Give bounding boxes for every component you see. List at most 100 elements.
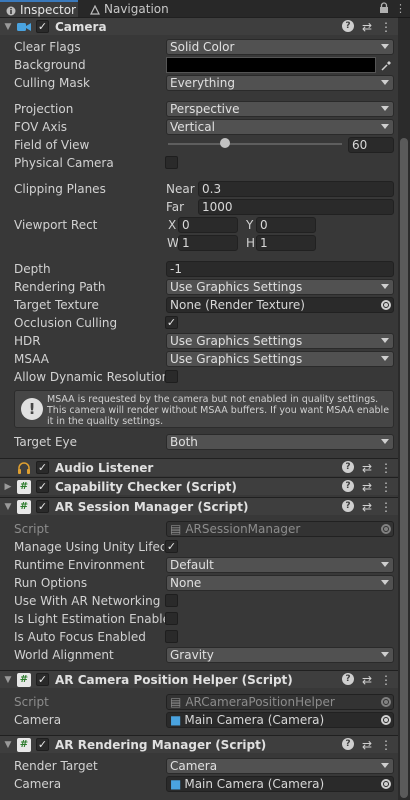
capability-checker-header[interactable]: ▶ # ✓ Capability Checker (Script) ? ⇄ ⋮ (0, 477, 398, 495)
foldout-arrow-icon[interactable]: ▶ (2, 482, 14, 492)
target-eye-dropdown[interactable]: Both (166, 434, 394, 450)
physical-camera-checkbox[interactable] (165, 156, 178, 169)
ar-rendering-manager-header[interactable]: ▼ # ✓ AR Rendering Manager (Script) ? ⇄ … (0, 735, 398, 753)
auto-focus-checkbox[interactable] (165, 630, 178, 643)
help-icon[interactable]: ? (341, 672, 354, 685)
near-clip-input[interactable]: 0.3 (198, 181, 394, 197)
projection-dropdown[interactable]: Perspective (166, 101, 394, 117)
script-icon: # (17, 479, 31, 494)
kebab-menu-icon[interactable]: ⋮ (380, 738, 392, 752)
chevron-down-icon (381, 44, 389, 49)
render-target-dropdown[interactable]: Camera (166, 758, 394, 774)
background-color-field[interactable] (166, 57, 376, 73)
help-icon[interactable]: ? (341, 19, 354, 32)
camera-component-header[interactable]: ▼ ✓ Camera ? ⇄ ⋮ (0, 17, 398, 35)
tab-navigation[interactable]: Navigation (84, 0, 170, 18)
help-icon[interactable]: ? (341, 460, 354, 473)
kebab-menu-icon[interactable]: ⋮ (380, 461, 392, 475)
tab-bar: Inspector Navigation ⋮ (0, 0, 410, 18)
chevron-down-icon (381, 763, 389, 768)
ar-camera-helper-camera-field[interactable]: ■ Main Camera (Camera) (166, 712, 394, 728)
chevron-down-icon (381, 652, 389, 657)
camera-icon: ■ (170, 777, 182, 791)
runtime-environment-dropdown[interactable]: Default (166, 557, 394, 573)
ar-camera-position-helper-enabled-checkbox[interactable]: ✓ (36, 673, 49, 686)
camera-enabled-checkbox[interactable]: ✓ (36, 20, 49, 33)
ar-rendering-manager-enabled-checkbox[interactable]: ✓ (36, 738, 49, 751)
help-icon[interactable]: ? (341, 737, 354, 750)
allow-dynamic-resolution-checkbox[interactable] (165, 370, 178, 383)
foldout-arrow-icon[interactable]: ▼ (2, 740, 14, 750)
light-estimation-checkbox[interactable] (165, 612, 178, 625)
audio-listener-header[interactable]: ▶ ✓ Audio Listener ? ⇄ ⋮ (0, 458, 398, 476)
occlusion-culling-checkbox[interactable]: ✓ (165, 316, 178, 329)
msaa-dropdown[interactable]: Use Graphics Settings (166, 351, 394, 367)
ar-session-manager-header[interactable]: ▼ # ✓ AR Session Manager (Script) ? ⇄ ⋮ (0, 497, 398, 515)
kebab-menu-icon[interactable]: ⋮ (380, 500, 392, 514)
presets-icon[interactable]: ⇄ (362, 500, 372, 514)
audio-listener-title: Audio Listener (55, 460, 154, 475)
kebab-menu-icon[interactable]: ⋮ (380, 673, 392, 687)
foldout-arrow-icon[interactable]: ▼ (2, 675, 14, 685)
script-label: Script (14, 695, 49, 709)
chevron-down-icon (381, 562, 389, 567)
ar-camera-position-helper-header[interactable]: ▼ # ✓ AR Camera Position Helper (Script)… (0, 670, 398, 688)
scrollbar-thumb[interactable] (400, 138, 408, 798)
viewport-h-input[interactable]: 1 (256, 235, 316, 251)
depth-input[interactable]: -1 (166, 261, 394, 277)
script-icon-wrap: # (16, 499, 32, 514)
viewport-w-input[interactable]: 1 (178, 235, 238, 251)
viewport-x-input[interactable]: 0 (178, 217, 238, 233)
far-label: Far (166, 200, 185, 214)
presets-icon[interactable]: ⇄ (362, 673, 372, 687)
object-picker-icon[interactable] (381, 779, 391, 789)
help-icon[interactable]: ? (341, 499, 354, 512)
runtime-environment-label: Runtime Environment (14, 558, 145, 572)
manage-lifecycle-checkbox[interactable]: ✓ (165, 540, 178, 553)
use-networking-checkbox[interactable] (165, 594, 178, 607)
scrollbar[interactable] (398, 18, 410, 800)
fov-axis-dropdown[interactable]: Vertical (166, 119, 394, 135)
object-picker-icon[interactable] (381, 300, 391, 310)
field-of-view-slider-thumb[interactable] (220, 138, 231, 148)
ar-session-manager-enabled-checkbox[interactable]: ✓ (36, 500, 49, 513)
auto-focus-label: Is Auto Focus Enabled (14, 630, 146, 644)
help-icon[interactable]: ? (341, 479, 354, 492)
far-clip-input[interactable]: 1000 (198, 199, 394, 215)
foldout-arrow-icon[interactable]: ▼ (2, 22, 14, 32)
script-icon-wrap: # (16, 479, 32, 494)
rendering-path-dropdown[interactable]: Use Graphics Settings (166, 279, 394, 295)
kebab-menu-icon[interactable]: ⋮ (395, 2, 406, 16)
target-texture-field[interactable]: None (Render Texture) (166, 297, 394, 313)
clear-flags-dropdown[interactable]: Solid Color (166, 39, 394, 55)
culling-mask-dropdown[interactable]: Everything (166, 75, 394, 91)
tab-inspector[interactable]: Inspector (0, 0, 78, 18)
kebab-menu-icon[interactable]: ⋮ (380, 480, 392, 494)
object-picker-icon[interactable] (381, 715, 391, 725)
run-options-dropdown[interactable]: None (166, 575, 394, 591)
object-picker-icon (381, 524, 391, 534)
world-alignment-value: Gravity (170, 648, 214, 662)
eyedropper-icon[interactable] (378, 57, 394, 73)
field-of-view-label: Field of View (14, 138, 90, 152)
audio-listener-enabled-checkbox[interactable]: ✓ (36, 461, 49, 474)
lock-icon[interactable] (379, 2, 389, 16)
field-of-view-slider-track[interactable] (168, 143, 342, 145)
background-label: Background (14, 58, 86, 72)
capability-checker-enabled-checkbox[interactable]: ✓ (36, 480, 49, 493)
chevron-down-icon (381, 338, 389, 343)
clear-flags-label: Clear Flags (14, 40, 81, 54)
presets-icon[interactable]: ⇄ (362, 738, 372, 752)
viewport-y-input[interactable]: 0 (256, 217, 316, 233)
foldout-arrow-icon[interactable]: ▼ (2, 502, 14, 512)
capability-checker-title: Capability Checker (Script) (55, 479, 237, 494)
kebab-menu-icon[interactable]: ⋮ (380, 20, 392, 34)
field-of-view-input[interactable]: 60 (348, 137, 394, 153)
hdr-dropdown[interactable]: Use Graphics Settings (166, 333, 394, 349)
chevron-down-icon (381, 284, 389, 289)
presets-icon[interactable]: ⇄ (362, 20, 372, 34)
world-alignment-dropdown[interactable]: Gravity (166, 647, 394, 663)
presets-icon[interactable]: ⇄ (362, 480, 372, 494)
ar-rendering-camera-field[interactable]: ■ Main Camera (Camera) (166, 776, 394, 792)
presets-icon[interactable]: ⇄ (362, 461, 372, 475)
